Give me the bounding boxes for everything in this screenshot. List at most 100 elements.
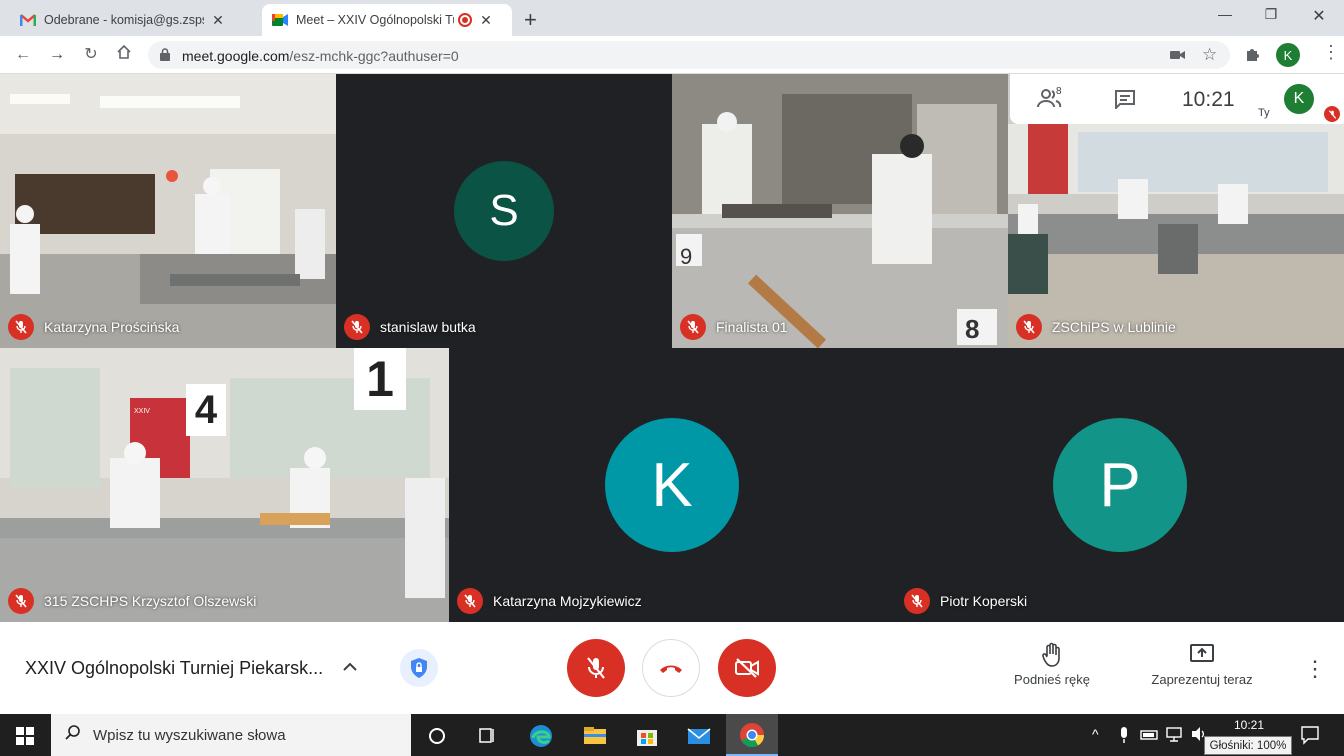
home-icon[interactable] — [113, 44, 135, 66]
mic-off-icon — [680, 314, 706, 340]
camera-off-icon — [735, 658, 759, 678]
tab-meet[interactable]: Meet – XXIV Ogólnopolski Tu ✕ — [262, 4, 512, 36]
file-explorer-icon[interactable] — [582, 723, 608, 749]
present-label: Zaprezentuj teraz — [1151, 672, 1253, 687]
participant-name-text: Katarzyna Prościńska — [44, 319, 180, 335]
host-controls-icon[interactable] — [400, 649, 438, 687]
chat-icon[interactable] — [1114, 89, 1136, 114]
participant-tile[interactable]: K Katarzyna Mojzykiewicz — [449, 348, 896, 622]
participant-name-text: Katarzyna Mojzykiewicz — [493, 593, 642, 609]
participant-name-text: Finalista 01 — [716, 319, 788, 335]
search-icon — [65, 724, 81, 746]
mic-off-icon — [1016, 314, 1042, 340]
participant-name: Katarzyna Mojzykiewicz — [457, 588, 642, 614]
profile-avatar[interactable]: K — [1276, 43, 1300, 67]
leave-call-button[interactable] — [642, 639, 700, 697]
task-view-icon[interactable] — [474, 723, 500, 749]
participant-avatar: K — [605, 418, 739, 552]
back-icon[interactable]: ← — [12, 44, 34, 66]
participant-name: Finalista 01 — [680, 314, 788, 340]
taskbar-clock[interactable]: 10:21 — [1234, 718, 1264, 732]
omnibox[interactable]: meet.google.com/esz-mchk-ggc?authuser=0 … — [148, 41, 1230, 69]
mic-off-icon — [587, 657, 605, 679]
cortana-icon[interactable] — [424, 723, 450, 749]
mic-off-icon — [344, 314, 370, 340]
meet-icon — [272, 12, 288, 28]
close-tab-icon[interactable]: ✕ — [478, 12, 494, 29]
participant-avatar: S — [454, 161, 554, 261]
raise-hand-label: Podnieś rękę — [1014, 672, 1090, 687]
station-number: 4 — [186, 384, 226, 436]
tab-title: Meet – XXIV Ogólnopolski Tu — [296, 13, 454, 27]
participant-name-text: ZSChiPS w Lublinie — [1052, 319, 1176, 335]
participants-count: 8 — [1056, 86, 1062, 97]
windows-taskbar: Wpisz tu wyszukiwane słowa ^ 10:21 Głośn… — [0, 714, 1344, 756]
battery-icon[interactable] — [1140, 728, 1160, 746]
new-tab-button[interactable]: + — [524, 7, 537, 33]
station-number: 1 — [354, 348, 406, 410]
url-text: meet.google.com/esz-mchk-ggc?authuser=0 — [182, 48, 459, 64]
forward-icon[interactable]: → — [46, 44, 68, 66]
participant-tile[interactable]: Katarzyna Prościńska — [0, 74, 336, 348]
banner-text: XXIV — [134, 408, 150, 415]
meeting-title[interactable]: XXIV Ogólnopolski Turniej Piekarsk... — [25, 658, 323, 679]
tab-gmail[interactable]: Odebrane - komisja@gs.zsps.poz ✕ — [10, 4, 258, 36]
present-now-button[interactable]: Zaprezentuj teraz — [1140, 642, 1264, 687]
notifications-icon[interactable] — [1300, 725, 1320, 750]
minimize-icon[interactable]: — — [1210, 6, 1240, 22]
participant-name: Piotr Koperski — [904, 588, 1027, 614]
url-host: meet.google.com — [182, 48, 290, 64]
mic-off-icon — [8, 314, 34, 340]
self-mic-off-icon — [1324, 106, 1340, 122]
more-options-icon[interactable]: ⋮ — [1304, 656, 1326, 682]
tray-chevron-icon[interactable]: ^ — [1092, 726, 1099, 742]
camera-indicator-icon[interactable] — [1170, 48, 1186, 67]
video-feed — [672, 74, 1008, 348]
microphone-tray-icon[interactable] — [1118, 726, 1130, 749]
tab-title: Odebrane - komisja@gs.zsps.poz — [44, 13, 204, 27]
windows-start-icon[interactable] — [16, 727, 34, 750]
volume-tooltip: Głośniki: 100% — [1204, 736, 1292, 755]
extensions-icon[interactable] — [1244, 45, 1262, 68]
url-path: /esz-mchk-ggc?authuser=0 — [289, 48, 459, 64]
close-window-icon[interactable]: ✕ — [1304, 6, 1334, 26]
browser-tab-strip: Odebrane - komisja@gs.zsps.poz ✕ Meet – … — [0, 0, 1344, 36]
participant-tile[interactable]: S stanislaw butka — [336, 74, 672, 348]
raise-hand-button[interactable]: Podnieś rękę — [1002, 642, 1102, 687]
camera-toggle-button[interactable] — [718, 639, 776, 697]
network-icon[interactable] — [1166, 726, 1184, 747]
self-label: Ty — [1258, 107, 1270, 119]
reload-icon[interactable]: ↻ — [80, 44, 102, 66]
restore-icon[interactable]: ❐ — [1256, 6, 1286, 23]
chrome-taskbar-button[interactable] — [726, 714, 778, 756]
participant-tile[interactable]: 4 1 XXIV 315 ZSCHPS Krzysztof Olszewski — [0, 348, 449, 622]
chevron-up-icon[interactable] — [342, 658, 358, 675]
present-screen-icon — [1140, 642, 1264, 672]
recording-icon — [458, 13, 472, 27]
browser-menu-icon[interactable]: ⋮ — [1322, 42, 1340, 63]
hang-up-icon — [660, 665, 682, 673]
participant-name: stanislaw butka — [344, 314, 476, 340]
meeting-info-panel: 8 10:21 Ty K — [1010, 74, 1344, 124]
participant-name-text: Piotr Koperski — [940, 593, 1028, 609]
meeting-clock: 10:21 — [1182, 88, 1235, 111]
video-feed — [0, 74, 336, 348]
mic-off-icon — [457, 588, 483, 614]
self-avatar[interactable]: K — [1284, 84, 1314, 114]
mic-toggle-button[interactable] — [567, 639, 625, 697]
mic-off-icon — [8, 588, 34, 614]
taskbar-search-box[interactable]: Wpisz tu wyszukiwane słowa — [51, 714, 411, 756]
participant-name: ZSChiPS w Lublinie — [1016, 314, 1176, 340]
mail-icon[interactable] — [686, 723, 712, 749]
edge-browser-icon[interactable] — [528, 723, 554, 749]
station-number: 9 — [680, 244, 693, 269]
hand-icon — [1002, 642, 1102, 672]
bookmark-star-icon[interactable]: ☆ — [1202, 45, 1217, 65]
close-tab-icon[interactable]: ✕ — [210, 12, 226, 29]
chrome-icon — [740, 723, 764, 748]
participant-tile[interactable]: 9 8 Finalista 01 — [672, 74, 1008, 348]
search-placeholder: Wpisz tu wyszukiwane słowa — [93, 726, 286, 744]
store-icon[interactable] — [634, 723, 660, 749]
participant-name-text: 315 ZSCHPS Krzysztof Olszewski — [44, 593, 257, 609]
participant-tile[interactable]: P Piotr Koperski — [896, 348, 1344, 622]
